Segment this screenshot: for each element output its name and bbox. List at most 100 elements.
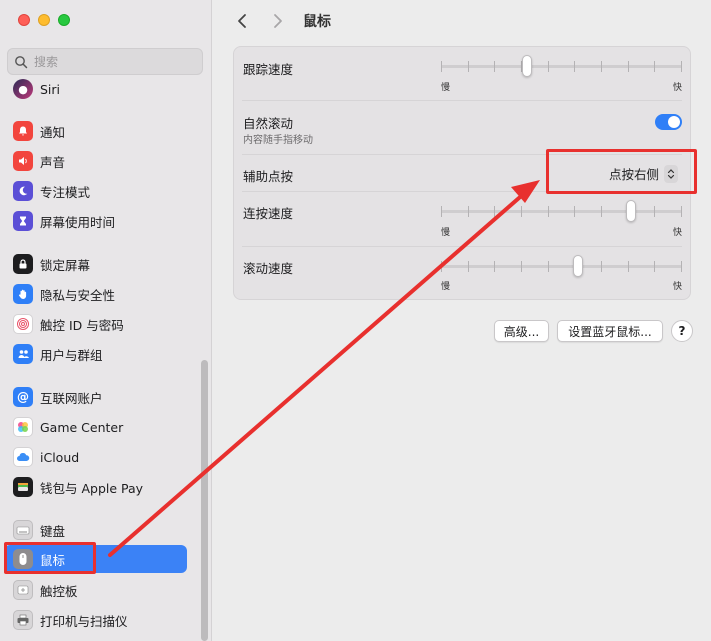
- sidebar-item-label: Siri: [40, 81, 61, 97]
- chevron-right-icon: [274, 14, 282, 28]
- slider-tick: [601, 261, 602, 272]
- slider-track: [441, 210, 682, 213]
- sidebar-item-label: 鼠标: [40, 552, 66, 568]
- slider-tick: [494, 206, 495, 217]
- tracking-speed-label: 跟踪速度: [243, 62, 294, 77]
- natural-scroll-description: 内容随手指移动: [243, 135, 313, 146]
- sidebar-item-wallet[interactable]: 钱包与 Apple Pay: [8, 473, 186, 501]
- sidebar-scrollbar[interactable]: [201, 360, 208, 641]
- double-click-speed-min-label: 慢: [441, 228, 451, 238]
- advanced-button[interactable]: 高级...: [494, 320, 549, 342]
- sidebar-item-users[interactable]: 用户与群组: [8, 340, 186, 368]
- toolbar: 鼠标: [213, 0, 711, 42]
- slider-tick: [628, 61, 629, 72]
- users-icon: [13, 344, 33, 364]
- window-controls: [18, 14, 70, 26]
- sidebar-item-label: 锁定屏幕: [40, 257, 91, 273]
- sidebar-item-internet-accounts[interactable]: @ 互联网账户: [8, 383, 186, 411]
- slider-tick: [441, 206, 442, 217]
- at-icon: @: [13, 387, 33, 407]
- slider-track: [441, 265, 682, 268]
- minimize-window-button[interactable]: [38, 14, 50, 26]
- forward-button[interactable]: [267, 10, 289, 32]
- speaker-icon: [13, 151, 33, 171]
- scroll-speed-slider[interactable]: [441, 254, 682, 280]
- sidebar-item-game-center[interactable]: Game Center: [8, 413, 186, 441]
- slider-tick: [574, 206, 575, 217]
- sidebar-item-touch-id[interactable]: 触控 ID 与密码: [8, 310, 186, 338]
- row-divider: [242, 191, 682, 192]
- sidebar-item-screen-time[interactable]: 屏幕使用时间: [8, 207, 186, 235]
- slider-tick: [548, 261, 549, 272]
- wallet-icon: [13, 477, 33, 497]
- slider-tick: [654, 61, 655, 72]
- slider-tick: [574, 61, 575, 72]
- sidebar-item-label: 屏幕使用时间: [40, 214, 116, 230]
- sidebar-item-lock-screen[interactable]: 锁定屏幕: [8, 250, 186, 278]
- moon-icon: [13, 181, 33, 201]
- sidebar-item-icloud[interactable]: iCloud: [8, 443, 186, 471]
- sidebar-item-keyboard[interactable]: 键盘: [8, 516, 186, 544]
- tracking-speed-min-label: 慢: [441, 83, 451, 93]
- mouse-icon: [13, 549, 33, 569]
- sidebar-item-printers[interactable]: 打印机与扫描仪: [8, 606, 186, 634]
- close-window-button[interactable]: [18, 14, 30, 26]
- slider-tick: [654, 206, 655, 217]
- secondary-click-value: 点按右侧: [608, 167, 659, 182]
- slider-tick: [601, 206, 602, 217]
- slider-thumb[interactable]: [522, 55, 532, 77]
- search-box[interactable]: [7, 48, 203, 75]
- secondary-click-popup[interactable]: 点按右侧: [609, 164, 678, 183]
- slider-tick: [548, 206, 549, 217]
- sidebar-item-label: 专注模式: [40, 184, 91, 200]
- double-click-speed-slider[interactable]: [441, 199, 682, 225]
- sidebar-item-notifications[interactable]: 通知: [8, 117, 186, 145]
- scroll-speed-label: 滚动速度: [243, 261, 294, 276]
- sidebar-item-focus[interactable]: 专注模式: [8, 177, 186, 205]
- double-click-speed-max-label: 快: [673, 228, 683, 238]
- row-divider: [242, 154, 682, 155]
- tracking-speed-max-label: 快: [673, 83, 683, 93]
- slider-tick: [468, 61, 469, 72]
- cloud-icon: [13, 447, 33, 467]
- slider-tick: [681, 61, 682, 72]
- printer-icon: [13, 610, 33, 630]
- slider-tick: [468, 206, 469, 217]
- slider-thumb[interactable]: [626, 200, 636, 222]
- double-click-speed-label: 连按速度: [243, 206, 294, 221]
- sidebar-item-label: Game Center: [40, 419, 124, 435]
- scroll-speed-min-label: 慢: [441, 282, 451, 292]
- slider-tick: [654, 261, 655, 272]
- sidebar-item-label: 触控板: [40, 583, 78, 599]
- search-icon: [15, 55, 28, 68]
- help-button[interactable]: ?: [671, 320, 693, 342]
- toggle-knob: [668, 116, 680, 128]
- slider-tick: [468, 261, 469, 272]
- search-input[interactable]: [34, 54, 194, 69]
- setup-bluetooth-mouse-button[interactable]: 设置蓝牙鼠标...: [557, 320, 663, 342]
- natural-scroll-toggle[interactable]: [655, 114, 682, 130]
- back-button[interactable]: [231, 10, 253, 32]
- slider-tick: [681, 206, 682, 217]
- siri-icon: ●: [13, 79, 33, 99]
- chevron-left-icon: [238, 14, 246, 28]
- game-center-icon: [13, 417, 33, 437]
- slider-thumb[interactable]: [573, 255, 583, 277]
- lock-icon: [13, 254, 33, 274]
- slider-tick: [628, 261, 629, 272]
- sidebar-item-label: 钱包与 Apple Pay: [40, 480, 144, 496]
- slider-tick: [441, 261, 442, 272]
- sidebar-item-label: 通知: [40, 124, 66, 140]
- sidebar-item-privacy[interactable]: 隐私与安全性: [8, 280, 186, 308]
- zoom-window-button[interactable]: [58, 14, 70, 26]
- sidebar-item-label: 互联网账户: [40, 390, 103, 406]
- sidebar-item-label: 键盘: [40, 523, 66, 539]
- tracking-speed-slider[interactable]: [441, 54, 682, 80]
- sidebar-item-mouse[interactable]: 鼠标: [4, 545, 187, 573]
- sidebar-item-label: 用户与群组: [40, 347, 103, 363]
- sidebar-item-siri[interactable]: ● Siri: [8, 75, 186, 103]
- sidebar-item-sound[interactable]: 声音: [8, 147, 186, 175]
- sidebar-item-label: 触控 ID 与密码: [40, 317, 124, 333]
- slider-tick: [494, 261, 495, 272]
- sidebar-item-trackpad[interactable]: 触控板: [8, 576, 186, 604]
